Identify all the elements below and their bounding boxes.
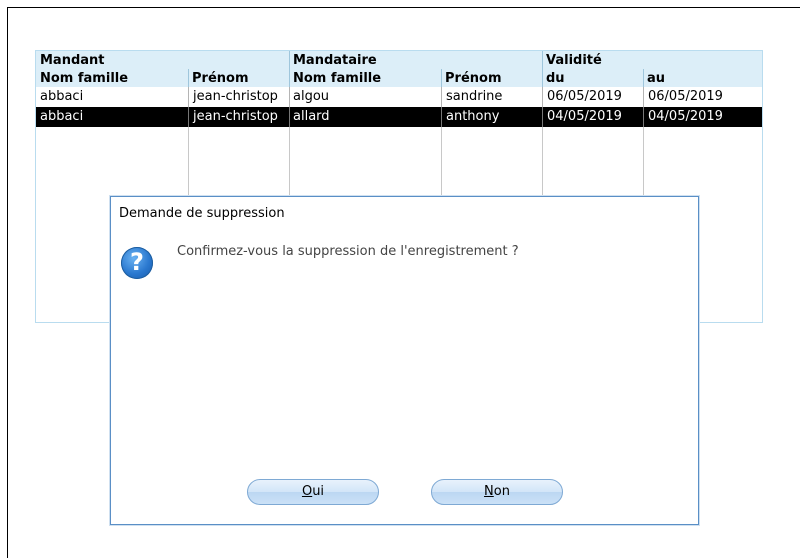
table-header: Mandant Mandataire Validité Nom famille …: [36, 51, 762, 87]
cell-nom-famille-mandataire: algou: [289, 87, 441, 107]
cell-au: 04/05/2019: [643, 107, 763, 127]
dialog-message: Confirmez-vous la suppression de l'enreg…: [177, 244, 519, 259]
column-header-du[interactable]: du: [546, 70, 565, 87]
table-row[interactable]: abbaci jean-christop algou sandrine 06/0…: [36, 87, 762, 107]
question-icon: ?: [121, 247, 153, 279]
column-header-nom-famille-mandataire[interactable]: Nom famille: [293, 70, 381, 87]
no-button-mnemonic: N: [484, 484, 494, 499]
cell-du: 06/05/2019: [542, 87, 644, 107]
column-header-au[interactable]: au: [647, 70, 665, 87]
no-button-label: on: [493, 484, 510, 499]
no-button[interactable]: Non: [431, 479, 563, 505]
cell-prenom-mandataire: anthony: [441, 107, 543, 127]
cell-nom-famille-mandant: abbaci: [40, 109, 84, 124]
cell-prenom-mandant: jean-christop: [188, 107, 289, 127]
column-header-prenom-mandataire[interactable]: Prénom: [445, 70, 502, 87]
header-divider: [441, 69, 442, 87]
cell-prenom-mandataire: sandrine: [441, 87, 543, 107]
header-divider: [643, 69, 644, 87]
header-divider: [289, 51, 290, 87]
table-row-selected[interactable]: abbaci jean-christop allard anthony 04/0…: [36, 107, 762, 127]
yes-button-mnemonic: O: [301, 484, 313, 499]
group-header-validite: Validité: [546, 53, 602, 68]
delete-confirmation-dialog: Demande de suppression ? Confirmez-vous …: [110, 196, 699, 525]
group-header-mandataire: Mandataire: [293, 53, 377, 68]
yes-button[interactable]: Oui: [247, 479, 379, 505]
cell-prenom-mandant: jean-christop: [188, 87, 289, 107]
yes-button-label: ui: [312, 484, 325, 499]
cell-du: 04/05/2019: [542, 107, 644, 127]
header-divider: [188, 69, 189, 87]
dialog-title: Demande de suppression: [111, 197, 698, 231]
cell-au: 06/05/2019: [643, 87, 763, 107]
column-header-nom-famille-mandant[interactable]: Nom famille: [40, 70, 128, 87]
group-header-mandant: Mandant: [40, 53, 105, 68]
column-header-prenom-mandant[interactable]: Prénom: [192, 70, 249, 87]
cell-nom-famille-mandant: abbaci: [40, 89, 84, 104]
cell-nom-famille-mandataire: allard: [289, 107, 441, 127]
header-divider: [542, 51, 543, 87]
